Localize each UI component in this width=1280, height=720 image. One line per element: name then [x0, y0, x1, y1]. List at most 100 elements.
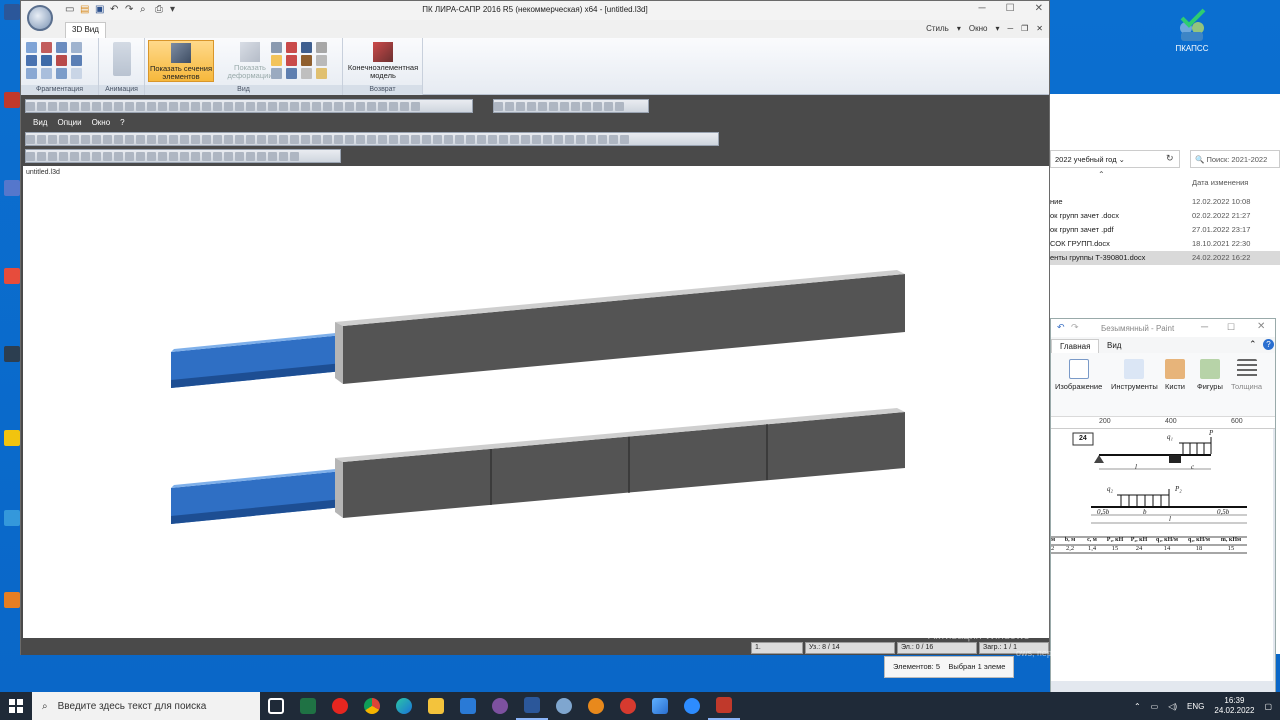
toolbar-strip-4[interactable]: [25, 149, 341, 163]
explorer-search-input[interactable]: 🔍 Поиск: 2021-2022: [1190, 150, 1280, 168]
animation-icon[interactable]: [113, 42, 131, 76]
chevron-up-icon[interactable]: ⌃: [1249, 339, 1257, 350]
concrete-beam[interactable]: [343, 274, 905, 384]
tool-icon[interactable]: [286, 68, 297, 79]
lira-logo-icon[interactable]: [27, 5, 53, 31]
minimize-icon[interactable]: ─: [1007, 24, 1013, 33]
file-row-selected[interactable]: енты группы Т-390801.docx 24.02.2022 16:2…: [1050, 251, 1280, 265]
taskbar-word[interactable]: [516, 692, 548, 720]
tray-chevron-icon[interactable]: ⌃: [1134, 702, 1141, 711]
tool-icon[interactable]: [41, 42, 52, 53]
taskbar-app[interactable]: [548, 692, 580, 720]
file-row[interactable]: ок групп зачет .pdf 27.01.2022 23:17: [1050, 223, 1280, 237]
window-menu[interactable]: Окно: [969, 24, 988, 33]
tool-icon[interactable]: [71, 68, 82, 79]
close-icon[interactable]: ✕: [1036, 24, 1043, 33]
toolbar-strip-2[interactable]: [493, 99, 649, 113]
tool-icon[interactable]: [26, 68, 37, 79]
start-button[interactable]: [0, 692, 32, 720]
minimize-icon[interactable]: ─: [979, 3, 986, 14]
taskbar-app[interactable]: [612, 692, 644, 720]
minimize-icon[interactable]: ─: [1201, 322, 1208, 333]
tool-icon[interactable]: [71, 42, 82, 53]
tool-icon[interactable]: [56, 42, 67, 53]
folder-icon[interactable]: [2, 430, 22, 447]
tool-icon[interactable]: [71, 55, 82, 66]
tool-icon[interactable]: [286, 55, 297, 66]
tool-icon[interactable]: [271, 42, 282, 53]
notification-icon[interactable]: ▢: [1264, 702, 1272, 711]
desktop-shortcut-icon[interactable]: [2, 346, 22, 363]
taskbar-lira[interactable]: [708, 692, 740, 720]
restore-icon[interactable]: ❐: [1021, 24, 1028, 33]
concrete-beam-segmented[interactable]: [343, 412, 905, 518]
tool-icon[interactable]: [301, 55, 312, 66]
toolbar-strip-1[interactable]: [25, 99, 473, 113]
desktop-shortcut-icon[interactable]: [2, 180, 22, 197]
taskbar-paint[interactable]: [644, 692, 676, 720]
file-row[interactable]: ок групп зачет .docx 02.02.2022 21:27: [1050, 209, 1280, 223]
tool-icon[interactable]: [271, 55, 282, 66]
tool-icon[interactable]: [56, 55, 67, 66]
taskbar-file-explorer[interactable]: [420, 692, 452, 720]
taskbar-app[interactable]: [580, 692, 612, 720]
desktop-shortcut-icon[interactable]: [2, 268, 22, 285]
3d-viewport[interactable]: untitled.l3d: [23, 166, 1049, 638]
file-row[interactable]: СОК ГРУПП.docx 18.10.2021 22:30: [1050, 237, 1280, 251]
taskbar-yandex[interactable]: [324, 692, 356, 720]
desktop-shortcut-icon[interactable]: [2, 592, 22, 609]
explorer-address-bar[interactable]: 2022 учебный год ⌄: [1050, 150, 1180, 168]
clock[interactable]: 16:39 24.02.2022: [1214, 696, 1254, 716]
language-indicator[interactable]: ENG: [1187, 702, 1204, 711]
sort-chevron-icon[interactable]: ⌃: [1098, 170, 1105, 179]
taskbar-mail[interactable]: [452, 692, 484, 720]
desktop-shortcut-icon[interactable]: [2, 92, 22, 109]
word-desktop-icon[interactable]: [2, 4, 22, 21]
tab-home[interactable]: Главная: [1051, 339, 1100, 353]
image-button[interactable]: Изображение: [1055, 359, 1102, 391]
tool-icon[interactable]: [56, 68, 67, 79]
brushes-button[interactable]: Кисти: [1165, 359, 1185, 391]
tool-icon[interactable]: [286, 42, 297, 53]
tool-icon[interactable]: [26, 55, 37, 66]
menu-window[interactable]: Окно: [92, 118, 111, 127]
redo-icon[interactable]: ↷: [1071, 322, 1079, 333]
show-sections-button[interactable]: Показать сечения элементов: [148, 40, 214, 82]
network-icon[interactable]: ▭: [1151, 702, 1159, 711]
tool-icon[interactable]: [316, 42, 327, 53]
taskbar-zoom[interactable]: [676, 692, 708, 720]
tab-view[interactable]: Вид: [1107, 341, 1121, 350]
menu-options[interactable]: Опции: [57, 118, 81, 127]
taskbar-chrome[interactable]: [356, 692, 388, 720]
menu-help[interactable]: ?: [120, 118, 124, 127]
chevron-down-icon[interactable]: ▾: [957, 24, 961, 33]
tools-button[interactable]: Инструменты: [1111, 359, 1158, 391]
tool-icon[interactable]: [316, 68, 327, 79]
shapes-button[interactable]: Фигуры: [1197, 359, 1223, 391]
pkapss-desktop-icon[interactable]: ПКАПСС: [1168, 8, 1216, 53]
volume-icon[interactable]: ◁): [1168, 702, 1177, 711]
toolbar-strip-3[interactable]: [25, 132, 719, 146]
tool-icon[interactable]: [41, 55, 52, 66]
tool-icon[interactable]: [301, 68, 312, 79]
tool-icon[interactable]: [26, 42, 37, 53]
close-icon[interactable]: ✕: [1035, 3, 1043, 14]
tool-icon[interactable]: [271, 68, 282, 79]
chevron-down-icon[interactable]: ▾: [995, 24, 999, 33]
close-icon[interactable]: ✕: [1257, 321, 1265, 332]
help-icon[interactable]: ?: [1263, 339, 1274, 350]
tool-icon[interactable]: [41, 68, 52, 79]
fe-model-button[interactable]: Конечноэлементная модель: [346, 40, 420, 82]
refresh-icon[interactable]: ↻: [1166, 153, 1174, 164]
taskbar-viber[interactable]: [484, 692, 516, 720]
tab-3d-view[interactable]: 3D Вид: [65, 22, 106, 38]
maximize-icon[interactable]: ☐: [1006, 3, 1015, 14]
taskbar-excel[interactable]: [292, 692, 324, 720]
menu-view[interactable]: Вид: [33, 118, 47, 127]
tool-icon[interactable]: [316, 55, 327, 66]
file-row[interactable]: ние 12.02.2022 10:08: [1050, 195, 1280, 209]
style-menu[interactable]: Стиль: [926, 24, 949, 33]
thickness-button[interactable]: Толщина: [1231, 359, 1262, 391]
status-field-1[interactable]: 1.: [751, 642, 803, 654]
taskbar-edge[interactable]: [388, 692, 420, 720]
